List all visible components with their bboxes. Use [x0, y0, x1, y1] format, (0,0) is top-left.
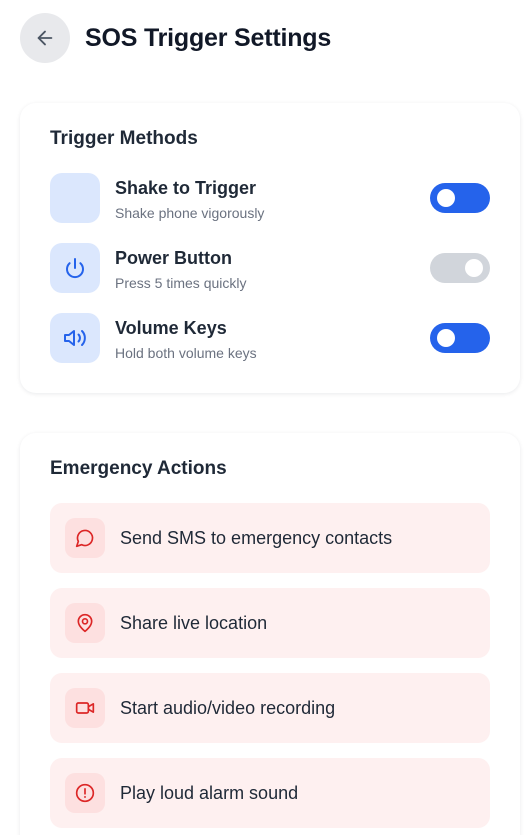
volume-toggle[interactable]: [430, 323, 490, 353]
page-title: SOS Trigger Settings: [85, 24, 332, 52]
message-icon-tile: [65, 518, 105, 558]
toggle-knob: [437, 329, 455, 347]
emergency-actions-title: Emergency Actions: [50, 458, 227, 479]
trigger-methods-title: Trigger Methods: [50, 128, 198, 149]
trigger-subtitle: Hold both volume keys: [115, 345, 257, 361]
power-icon: [66, 258, 84, 279]
trigger-title: Shake to Trigger: [115, 178, 257, 198]
alert-circle-icon: [75, 783, 95, 803]
volume-icon: [64, 330, 86, 346]
video-icon-tile: [65, 688, 105, 728]
trigger-row-power: Power Button Press 5 times quickly: [50, 243, 490, 293]
shake-toggle[interactable]: [430, 183, 490, 213]
trigger-row-volume: Volume Keys Hold both volume keys: [50, 313, 490, 363]
message-icon: [75, 529, 94, 548]
action-label: Share live location: [120, 613, 268, 633]
arrow-left-icon: [37, 30, 53, 46]
trigger-title: Power Button: [115, 248, 232, 268]
alert-circle-icon-tile: [65, 773, 105, 813]
action-send-sms[interactable]: Send SMS to emergency contacts: [50, 503, 490, 573]
action-label: Play loud alarm sound: [120, 783, 299, 803]
map-pin-icon-tile: [65, 603, 105, 643]
action-start-recording[interactable]: Start audio/video recording: [50, 673, 490, 743]
trigger-subtitle: Shake phone vigorously: [115, 205, 265, 221]
back-button[interactable]: [20, 13, 70, 63]
trigger-subtitle: Press 5 times quickly: [115, 275, 247, 291]
map-pin-icon: [77, 613, 93, 633]
header: SOS Trigger Settings: [0, 0, 528, 80]
emergency-actions-card: Emergency Actions Send SMS to emergency …: [20, 433, 520, 835]
power-toggle[interactable]: [430, 253, 490, 283]
video-icon: [75, 702, 95, 714]
toggle-knob: [465, 259, 483, 277]
trigger-row-shake: Shake to Trigger Shake phone vigorously: [50, 173, 490, 223]
action-play-alarm[interactable]: Play loud alarm sound: [50, 758, 490, 828]
power-icon-tile: [50, 243, 100, 293]
action-share-location[interactable]: Share live location: [50, 588, 490, 658]
toggle-knob: [437, 189, 455, 207]
volume-icon-tile: [50, 313, 100, 363]
shake-icon-tile: [50, 173, 100, 223]
trigger-title: Volume Keys: [115, 318, 227, 338]
action-label: Send SMS to emergency contacts: [120, 528, 393, 548]
trigger-methods-card: Trigger Methods Shake to Trigger Shake p…: [20, 103, 520, 393]
action-label: Start audio/video recording: [120, 698, 336, 718]
